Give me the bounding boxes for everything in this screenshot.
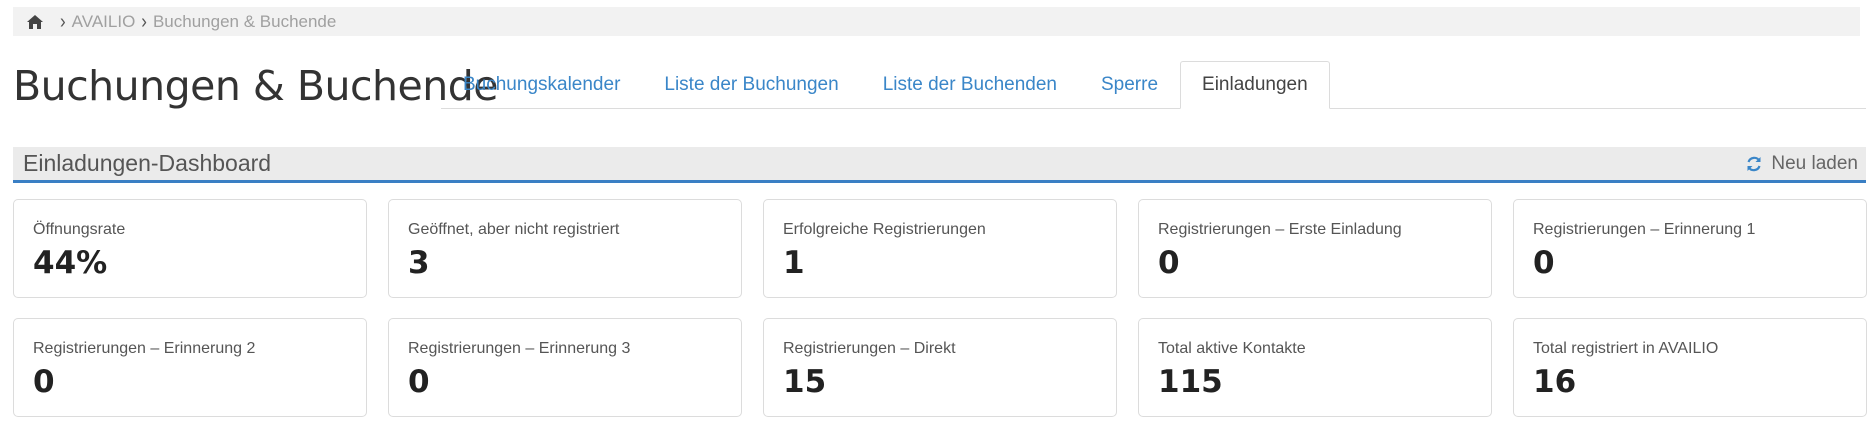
stat-label: Geöffnet, aber nicht registriert (408, 221, 620, 238)
stat-card: Registrierungen – Erinnerung 2 0 (13, 318, 367, 417)
stat-label: Registrierungen – Erinnerung 3 (408, 340, 631, 357)
stat-card: Registrierungen – Direkt 15 (763, 318, 1117, 417)
chevron-right-icon: › (60, 9, 66, 33)
stat-card: Registrierungen – Erste Einladung 0 (1138, 199, 1492, 298)
stat-label: Registrierungen – Erinnerung 2 (33, 340, 256, 357)
stat-label: Registrierungen – Direkt (783, 340, 956, 357)
stat-label: Total aktive Kontakte (1158, 340, 1306, 357)
breadcrumb-item-current: Buchungen & Buchende (152, 11, 337, 31)
stat-value: 16 (1533, 364, 1577, 400)
breadcrumb: › AVAILIO › Buchungen & Buchende (13, 7, 1860, 36)
home-icon[interactable] (26, 14, 44, 30)
refresh-icon (1745, 155, 1763, 173)
stat-value: 0 (408, 364, 430, 400)
stat-card: Registrierungen – Erinnerung 3 0 (388, 318, 742, 417)
stat-card: Erfolgreiche Registrierungen 1 (763, 199, 1117, 298)
page-title: Buchungen & Buchende (13, 62, 498, 110)
reload-button[interactable]: Neu laden (1745, 153, 1858, 175)
stat-label: Öffnungsrate (33, 221, 126, 238)
stats-grid: Öffnungsrate 44% Geöffnet, aber nicht re… (13, 199, 1867, 417)
tab-liste-der-buchungen[interactable]: Liste der Buchungen (642, 61, 860, 109)
tab-buchungskalender[interactable]: Buchungskalender (441, 61, 642, 109)
stat-value: 3 (408, 245, 430, 281)
stat-card: Öffnungsrate 44% (13, 199, 367, 298)
stat-card: Total registriert in AVAILIO 16 (1513, 318, 1867, 417)
stat-value: 0 (1158, 245, 1180, 281)
section-title: Einladungen-Dashboard (23, 150, 272, 176)
stat-value: 44% (33, 245, 108, 281)
tab-bar: Buchungskalender Liste der Buchungen Lis… (441, 60, 1866, 109)
stat-value: 115 (1158, 364, 1223, 400)
breadcrumb-item-availio[interactable]: AVAILIO (72, 12, 136, 32)
section-header: Einladungen-Dashboard Neu laden (13, 147, 1866, 183)
stat-label: Erfolgreiche Registrierungen (783, 221, 986, 238)
stat-label: Registrierungen – Erinnerung 1 (1533, 221, 1756, 238)
stat-value: 1 (783, 245, 805, 281)
reload-label: Neu laden (1771, 152, 1858, 174)
stat-card: Registrierungen – Erinnerung 1 0 (1513, 199, 1867, 298)
tab-einladungen[interactable]: Einladungen (1180, 61, 1330, 109)
stat-label: Total registriert in AVAILIO (1533, 340, 1719, 357)
stat-label: Registrierungen – Erste Einladung (1158, 221, 1402, 238)
stat-value: 0 (1533, 245, 1555, 281)
chevron-right-icon: › (141, 9, 147, 33)
tab-liste-der-buchenden[interactable]: Liste der Buchenden (861, 61, 1079, 109)
stat-card: Total aktive Kontakte 115 (1138, 318, 1492, 417)
tab-sperre[interactable]: Sperre (1079, 61, 1180, 109)
stat-value: 15 (783, 364, 827, 400)
stat-value: 0 (33, 364, 55, 400)
stat-card: Geöffnet, aber nicht registriert 3 (388, 199, 742, 298)
